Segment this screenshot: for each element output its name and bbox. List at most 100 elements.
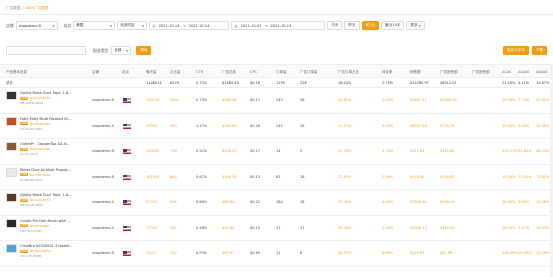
customize-fields-button[interactable]: 自定义字段 — [502, 46, 529, 55]
table-row[interactable]: Gorilla Black Duct Tape, 1.8... ASIN B01… — [0, 88, 553, 114]
product-meta: ASIN B01ET8XNBY — [20, 224, 76, 228]
product-info: Conair Pro Hair Brush with ... ASIN B01E… — [6, 218, 76, 233]
product-thumbnail[interactable] — [6, 218, 17, 228]
col-clicks[interactable]: 点击量 — [170, 70, 181, 75]
metric-cell: 15.03% — [536, 225, 550, 230]
col-sales[interactable]: 销售额 — [410, 70, 421, 75]
product-asin[interactable]: B01AXQ4XTQ — [30, 96, 50, 100]
product-asin[interactable]: B01GGXDKS0 — [30, 249, 51, 253]
total-cell: 2.75% — [382, 81, 394, 85]
asin-badge: ASIN — [20, 249, 29, 253]
asin-badge: ASIN — [20, 224, 29, 227]
total-label: 总计 — [6, 81, 13, 85]
col-ad-orders[interactable]: 广告订单量 — [300, 70, 318, 75]
metric-cell: 120045 — [146, 149, 160, 153]
metric-cell: $213.91 — [410, 251, 425, 255]
chevron-down-icon: ▼ — [52, 23, 55, 28]
product-name[interactable]: Elmer Glue All Multi Purpos... — [20, 168, 76, 172]
product-asin[interactable]: B00CXCPVNS — [30, 147, 50, 151]
quick-range-14days[interactable]: 最近14天 — [381, 21, 405, 30]
metric-cell: $0.17 — [250, 98, 261, 102]
product-thumbnail[interactable] — [6, 167, 17, 177]
breadcrumb-parent[interactable]: 广告数据 — [6, 6, 20, 11]
asin-badge: ASIN — [20, 122, 29, 125]
table-row[interactable]: Conair Pro Hair Brush with ... ASIN B01E… — [0, 216, 553, 241]
product-thumbnail[interactable] — [6, 244, 17, 253]
search-input[interactable] — [6, 46, 86, 55]
table-row[interactable]: OutletPr - CopperTop AA Al... ASIN B00CX… — [0, 139, 553, 165]
col-ad-sales-2[interactable]: 广告销售额 — [472, 70, 490, 75]
col-shop[interactable]: 店铺 — [92, 70, 99, 75]
metric-cell: 18.69% — [502, 200, 516, 204]
col-spend[interactable]: 广告花费 — [222, 70, 236, 75]
product-name[interactable]: Gorilla Black Duct Tape, 1.8... — [20, 91, 76, 95]
table-row[interactable]: OliveBro K0320001-3 Hookli... ASIN B01GG… — [0, 241, 553, 267]
metric-cell: 11 — [300, 225, 305, 230]
metric-cell: 553 — [170, 123, 177, 128]
product-asin[interactable]: B01AXQ4XTQ — [30, 198, 50, 202]
col-ctr[interactable]: CTR — [196, 70, 203, 74]
chevron-down-icon: ▼ — [109, 23, 113, 28]
breadcrumb-separator: / — [22, 6, 24, 10]
col-conversion[interactable]: 转化率 — [382, 70, 393, 75]
table-actions: 自定义字段 下载 — [502, 46, 547, 55]
metric-cell: 52.84% — [518, 149, 532, 153]
col-asoas[interactable]: ASoAS — [536, 70, 547, 74]
product-asin[interactable]: B01FB7TKAM — [30, 173, 50, 177]
metric-cell: $3447.11 — [410, 98, 427, 102]
metric-cell: 2.40% — [518, 123, 530, 128]
table-row[interactable]: Elmer Glue All Multi Purpos... ASIN B01F… — [0, 165, 553, 190]
col-product[interactable]: 产品基本信息 — [6, 70, 27, 75]
quick-range-7days[interactable]: 前7天 — [361, 21, 380, 30]
product-asin[interactable]: B01ET8XNBY — [30, 224, 50, 228]
product-info: Fatty Fatty Multi Faceted Sh... ASIN B01… — [6, 116, 76, 131]
total-cell: $0.18 — [250, 81, 261, 85]
date-range-picker-2[interactable]: ▦ 2021-10-07 → 2021-10-13 — [231, 21, 326, 30]
search-button[interactable]: 搜索 — [136, 46, 152, 55]
table-row[interactable]: Gorilla Black Duct Tape, 1.8... ASIN B01… — [0, 190, 553, 216]
col-cpc[interactable]: CPC — [250, 70, 257, 74]
col-site[interactable]: 站点 — [122, 70, 129, 75]
product-name[interactable]: OliveBro K0320001-3 Hookli... — [20, 244, 76, 248]
col-acos[interactable]: ACoS — [502, 70, 511, 74]
metric-cell: 58.48% — [338, 225, 352, 230]
product-name[interactable]: OutletPr - CopperTop AA Al... — [20, 142, 76, 146]
store-select[interactable]: shopdemo B ▼ — [15, 21, 58, 30]
product-thumbnail[interactable] — [6, 116, 17, 126]
metric-cell: 1602 — [170, 98, 179, 102]
site-select[interactable]: 美国 ▼ — [73, 21, 116, 30]
delivery-type-value: 全部 — [114, 48, 122, 52]
quick-range-more[interactable]: 更多 ▼ — [406, 21, 425, 30]
delivery-type-select[interactable]: 全部 ▼ — [111, 46, 132, 55]
col-ad-sales[interactable]: 广告销售额 — [440, 70, 458, 75]
product-asin[interactable]: B01BQ5TLNQ — [30, 122, 50, 126]
product-thumbnail[interactable] — [6, 142, 17, 151]
product-meta: ASIN B01AXQ4XTQ — [20, 96, 76, 100]
shop-cell: shopdemo A — [92, 200, 114, 204]
metric-cell: $728.75 — [440, 123, 455, 128]
metric-cell: 864 — [170, 174, 177, 179]
col-acoas[interactable]: ACoAS — [518, 70, 530, 74]
col-ad-order-ratio[interactable]: 广告订单占比 — [338, 70, 359, 75]
product-info: Gorilla Black Duct Tape, 1.8... ASIN B01… — [6, 91, 76, 105]
table-row[interactable]: Fatty Fatty Multi Faceted Sh... ASIN B01… — [0, 114, 553, 139]
col-orders[interactable]: 订单量 — [276, 70, 287, 75]
metric-cell: 7.73% — [518, 98, 530, 102]
product-name[interactable]: Conair Pro Hair Brush with ... — [20, 219, 76, 223]
download-button[interactable]: 下载 — [531, 46, 547, 55]
product-thumbnail[interactable] — [6, 193, 17, 202]
product-thumbnail[interactable] — [6, 91, 17, 100]
quick-range-yesterday[interactable]: 昨天 — [344, 21, 360, 30]
product-name[interactable]: Fatty Fatty Multi Faceted Sh... — [20, 117, 76, 121]
metric-cell: $217.82 — [410, 149, 425, 153]
metric-cell: $128.29 — [222, 149, 237, 153]
product-name[interactable]: Gorilla Black Duct Tape, 1.8... — [20, 193, 76, 197]
date-range-picker-1[interactable]: ▦ 2021-10-14 → 2021-10-14 — [149, 21, 230, 30]
quick-range-today[interactable]: 今天 — [327, 21, 343, 30]
product-info: Gorilla Black Duct Tape, 1.8... ASIN B01… — [6, 193, 76, 207]
metric-cell: 2.46% — [382, 174, 394, 179]
product-details: Gorilla Black Duct Tape, 1.8... ASIN B01… — [20, 193, 76, 207]
col-impressions[interactable]: 曝光量 — [146, 70, 157, 75]
timezone-select[interactable]: 北京时区 ▼ — [117, 21, 148, 30]
metric-cell: 12.05% — [536, 123, 550, 128]
